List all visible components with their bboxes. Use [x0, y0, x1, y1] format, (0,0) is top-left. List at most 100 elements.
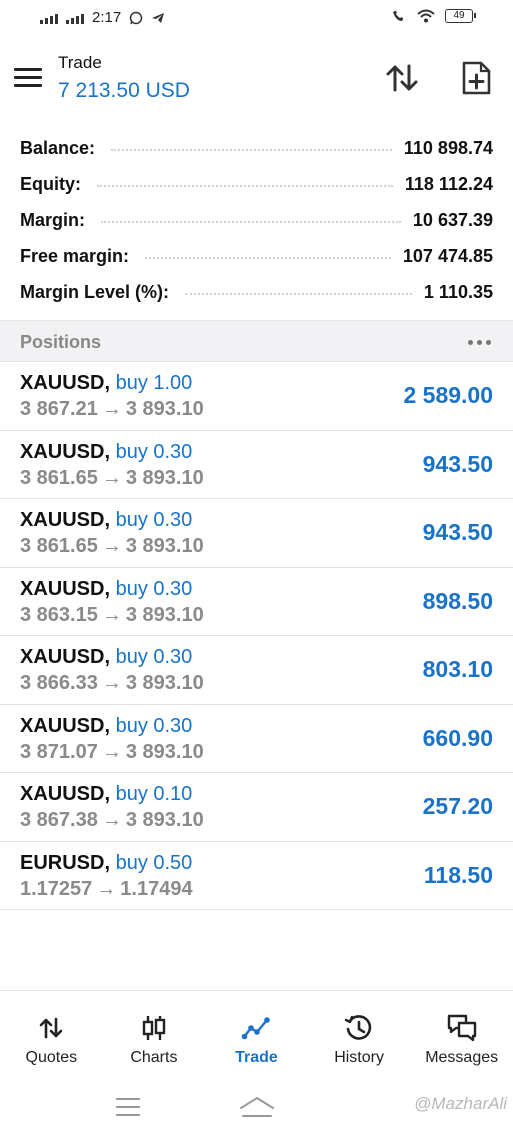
dotted-leader — [185, 293, 412, 295]
margin-level-value: 1 110.35 — [423, 281, 493, 302]
home-icon[interactable] — [238, 1094, 276, 1120]
position-row[interactable]: XAUUSD, buy 0.30 3 866.33 → 3 893.10 803.1… — [0, 636, 513, 705]
position-symbol: XAUUSD, — [20, 440, 111, 463]
price-arrow: → — [101, 809, 122, 831]
position-open-price: 3 861.65 — [20, 466, 98, 489]
position-profit: 898.50 — [422, 587, 493, 614]
margin-row: Margin: 10 637.39 — [0, 202, 513, 238]
position-open-price: 3 867.21 — [20, 398, 98, 420]
position-row[interactable]: XAUUSD, buy 0.30 3 871.07 → 3 893.10 660.9… — [0, 705, 513, 773]
watermark: @MazharAli — [414, 1094, 507, 1113]
system-navigation-bar: @MazharAli — [0, 1080, 513, 1138]
margin-level-label: Margin Level (%): — [20, 281, 170, 302]
position-current-price: 3 893.10 — [125, 603, 204, 626]
page-title: Trade — [58, 53, 102, 72]
sort-icon[interactable] — [384, 60, 420, 96]
price-arrow: → — [101, 398, 122, 420]
nav-messages[interactable]: Messages — [410, 991, 513, 1076]
nav-history-label: History — [334, 1049, 384, 1066]
position-side: buy 0.30 — [115, 577, 193, 600]
position-profit: 2 589.00 — [403, 382, 493, 408]
positions-title: Positions — [20, 332, 102, 352]
position-side: buy 0.30 — [115, 509, 193, 531]
dotted-leader — [101, 221, 401, 223]
position-current-price: 3 893.10 — [125, 398, 204, 420]
equity-value: 118 112.24 — [404, 173, 493, 194]
battery-icon: 49 — [445, 9, 476, 23]
position-current-price: 3 893.10 — [125, 672, 204, 694]
dotted-leader — [111, 149, 392, 151]
charts-icon — [142, 1016, 166, 1040]
nav-messages-label: Messages — [425, 1049, 499, 1066]
recent-apps-icon[interactable] — [116, 1098, 140, 1122]
position-current-price: 3 893.10 — [125, 535, 204, 557]
position-side: buy 0.10 — [115, 783, 193, 805]
nav-quotes[interactable]: Quotes — [0, 991, 103, 1076]
menu-icon[interactable] — [14, 68, 42, 88]
equity-label: Equity: — [20, 173, 81, 194]
position-current-price: 3 893.10 — [125, 809, 204, 831]
position-open-price: 3 861.65 — [20, 535, 98, 557]
position-current-price: 1.17494 — [120, 877, 193, 900]
position-side: buy 0.30 — [115, 440, 193, 463]
free-margin-row: Free margin: 107 474.85 — [0, 238, 513, 274]
nav-trade-label: Trade — [235, 1049, 278, 1066]
position-side: buy 0.30 — [115, 714, 193, 737]
price-arrow: → — [101, 535, 122, 557]
position-profit: 257.20 — [422, 793, 493, 819]
nav-charts[interactable]: Charts — [103, 991, 206, 1076]
more-options-icon[interactable] — [468, 340, 491, 345]
dotted-leader — [97, 185, 393, 187]
position-symbol: XAUUSD, — [20, 646, 111, 668]
position-profit: 660.90 — [422, 724, 493, 751]
positions-list: XAUUSD, buy 1.00 3 867.21 → 3 893.10 2 589… — [0, 362, 513, 910]
signal-icon — [66, 12, 84, 24]
position-open-price: 3 866.33 — [20, 672, 98, 694]
app-header: Trade 7 213.50 USD — [0, 44, 513, 114]
status-right: 49 — [391, 9, 476, 23]
status-bar: 2:17 49 — [0, 0, 513, 36]
price-arrow: → — [101, 672, 122, 694]
position-symbol: XAUUSD, — [20, 372, 111, 394]
position-side: buy 0.30 — [115, 646, 193, 668]
bottom-navigation: Quotes Charts Trade History Messages — [0, 990, 513, 1076]
free-margin-label: Free margin: — [20, 245, 130, 266]
nav-history[interactable]: History — [308, 991, 411, 1076]
position-symbol: XAUUSD, — [20, 509, 111, 531]
position-profit: 943.50 — [422, 519, 493, 545]
position-open-price: 3 871.07 — [20, 740, 98, 763]
position-row[interactable]: XAUUSD, buy 0.30 3 861.65 → 3 893.10 943.5… — [0, 499, 513, 568]
telegram-icon — [152, 12, 165, 23]
history-icon — [344, 1015, 372, 1040]
wifi-icon — [417, 9, 435, 23]
position-open-price: 3 867.38 — [20, 809, 98, 831]
nav-trade[interactable]: Trade — [205, 991, 308, 1076]
price-arrow: → — [101, 466, 122, 489]
position-symbol: XAUUSD, — [20, 577, 111, 600]
position-row[interactable]: EURUSD, buy 0.50 1.17257 → 1.17494 118.50 — [0, 842, 513, 910]
position-current-price: 3 893.10 — [125, 466, 204, 489]
position-row[interactable]: XAUUSD, buy 1.00 3 867.21 → 3 893.10 2 589… — [0, 362, 513, 431]
position-current-price: 3 893.10 — [125, 740, 204, 763]
nav-quotes-label: Quotes — [25, 1049, 78, 1066]
status-time: 2:17 — [92, 9, 122, 26]
quotes-icon — [39, 1017, 63, 1039]
position-row[interactable]: XAUUSD, buy 0.30 3 863.15 → 3 893.10 898.5… — [0, 568, 513, 636]
position-profit: 943.50 — [422, 450, 493, 477]
account-summary: Balance: 110 898.74 Equity: 118 112.24 M… — [0, 130, 513, 310]
messages-icon — [447, 1014, 476, 1042]
equity-row: Equity: 118 112.24 — [0, 166, 513, 202]
position-row[interactable]: XAUUSD, buy 0.30 3 861.65 → 3 893.10 943.5… — [0, 431, 513, 499]
balance-value: 110 898.74 — [403, 137, 493, 158]
position-side: buy 1.00 — [115, 372, 193, 394]
balance-row: Balance: 110 898.74 — [0, 130, 513, 166]
margin-label: Margin: — [20, 209, 85, 230]
position-row[interactable]: XAUUSD, buy 0.10 3 867.38 → 3 893.10 257.2… — [0, 773, 513, 842]
nav-charts-label: Charts — [130, 1049, 178, 1066]
new-order-icon[interactable] — [458, 60, 494, 96]
margin-value: 10 637.39 — [412, 209, 493, 230]
position-profit: 118.50 — [423, 861, 493, 888]
position-profit: 803.10 — [422, 656, 493, 682]
balance-label: Balance: — [20, 137, 96, 158]
trade-icon — [242, 1017, 271, 1040]
